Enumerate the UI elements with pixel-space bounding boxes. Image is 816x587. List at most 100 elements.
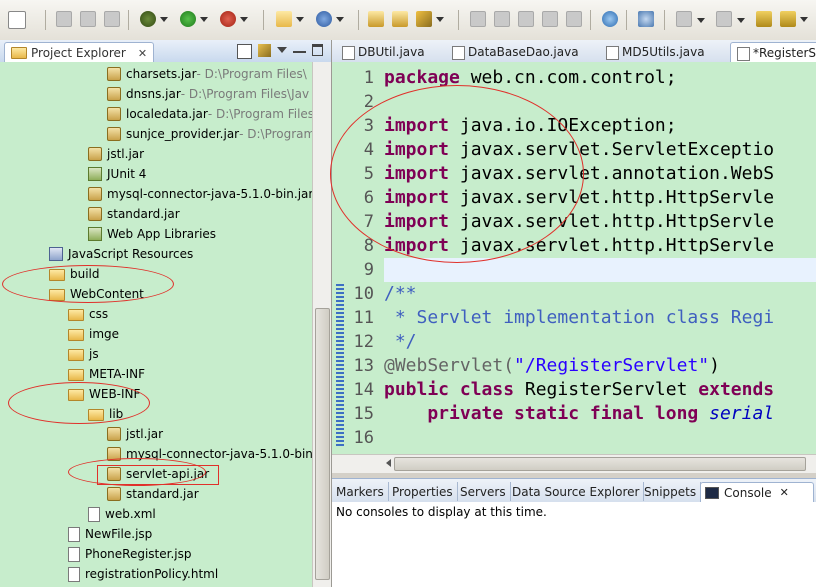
tree-item-charsets-jar[interactable]: charsets.jar - D:\Program Files\ xyxy=(107,64,307,84)
tree-item-web-inf[interactable]: WEB-INF xyxy=(68,384,140,404)
tree-item-label: WEB-INF xyxy=(89,387,141,401)
link-with-editor-icon[interactable] xyxy=(258,44,271,57)
scrollbar-thumb[interactable] xyxy=(394,457,806,471)
tab-console[interactable]: Console ✕ xyxy=(700,482,814,502)
tree-item-registrationpolicy-html[interactable]: registrationPolicy.html xyxy=(68,564,218,584)
new-icon[interactable] xyxy=(8,11,26,29)
open-resource-icon[interactable] xyxy=(392,11,408,27)
jsp-file-icon xyxy=(68,546,80,562)
tree-item-meta-inf[interactable]: META-INF xyxy=(68,364,145,384)
tab-servers[interactable]: Servers xyxy=(456,482,511,501)
html-file-icon xyxy=(68,566,80,582)
previous-annotation-icon[interactable] xyxy=(716,11,745,27)
tree-item-lib-mysql-connector[interactable]: mysql-connector-java-5.1.0-bin. xyxy=(107,444,312,464)
tab-data-source-explorer[interactable]: Data Source Explorer xyxy=(508,482,645,501)
collapse-all-icon[interactable] xyxy=(237,44,252,59)
save-icon[interactable] xyxy=(56,11,72,27)
tab-markers[interactable]: Markers xyxy=(332,482,389,501)
tab-snippets[interactable]: Snippets xyxy=(640,482,702,501)
editor-horizontal-scrollbar[interactable] xyxy=(332,454,816,473)
tree-item-lib-standard-jar[interactable]: standard.jar xyxy=(107,484,199,504)
tree-item-localedata-jar[interactable]: localedata.jar - D:\Program Files\ xyxy=(107,104,312,124)
tab-properties[interactable]: Properties xyxy=(388,482,458,501)
tree-item-build[interactable]: build xyxy=(49,264,100,284)
last-edit-location-icon[interactable] xyxy=(756,11,772,27)
back-icon[interactable] xyxy=(780,11,808,27)
tree-item-js[interactable]: js xyxy=(68,344,99,364)
jar-icon xyxy=(107,127,121,141)
line-number: 7 xyxy=(363,212,374,232)
keyword: import xyxy=(384,211,450,232)
open-type-icon[interactable] xyxy=(368,11,384,27)
tree-item-label: jstl.jar xyxy=(107,147,145,161)
project-explorer-tab[interactable]: Project Explorer ✕ xyxy=(4,42,155,63)
tree-item-javascript-resources[interactable]: JavaScript Resources xyxy=(49,244,193,264)
tree-item-servlet-api-jar[interactable]: servlet-api.jar xyxy=(107,464,209,484)
globe-icon[interactable] xyxy=(602,11,618,27)
debug-icon[interactable] xyxy=(140,11,168,27)
folder-icon xyxy=(68,309,84,321)
scroll-up-icon[interactable] xyxy=(315,63,328,77)
next-annotation-icon[interactable] xyxy=(676,11,705,27)
tree-item-jstl-jar[interactable]: jstl.jar xyxy=(88,144,144,164)
search-icon[interactable] xyxy=(416,11,444,27)
line-number: 16 xyxy=(353,428,374,448)
toggle-block-selection-icon[interactable] xyxy=(494,11,510,27)
scrollbar-thumb[interactable] xyxy=(315,308,330,580)
tree-item-lib[interactable]: lib xyxy=(88,404,123,424)
close-icon[interactable]: ✕ xyxy=(780,486,789,499)
console-message: No consoles to display at this time. xyxy=(336,505,547,519)
console-tab-bar: Markers Properties Servers Data Source E… xyxy=(332,478,816,503)
show-whitespace-icon[interactable] xyxy=(518,11,534,27)
new-project-icon[interactable] xyxy=(276,11,304,27)
keyword: import xyxy=(384,235,450,256)
tab-databasedao-java[interactable]: DataBaseDao.java xyxy=(446,42,608,62)
tree-item-newfile-jsp[interactable]: NewFile.jsp xyxy=(68,524,152,544)
user-icon[interactable] xyxy=(638,11,654,27)
jar-icon xyxy=(88,187,102,201)
code-line-5: import javax.servlet.annotation.WebS xyxy=(384,162,774,186)
tree-item-junit4[interactable]: JUnit 4 xyxy=(88,164,146,184)
pilcrow-icon[interactable] xyxy=(566,11,582,27)
tree-item-lib-jstl-jar[interactable]: jstl.jar xyxy=(107,424,163,444)
tree-item-webcontent[interactable]: WebContent xyxy=(49,284,144,304)
tree-item-sunjce-provider-jar[interactable]: sunjce_provider.jar - D:\Program xyxy=(107,124,312,144)
project-explorer-scrollbar[interactable] xyxy=(312,62,331,587)
print-icon[interactable] xyxy=(104,11,120,27)
project-explorer-view: Project Explorer ✕ charsets.jar - D:\Pro… xyxy=(0,40,332,587)
tab-dbutil-java[interactable]: DBUtil.java xyxy=(336,42,462,62)
tree-item-location: - D:\Program Files\ xyxy=(196,67,307,81)
scroll-left-icon[interactable] xyxy=(382,459,391,467)
code-editor[interactable]: 1 2 3 4 5 6 7 8 9 10 11 12 13 14 15 16 p… xyxy=(332,62,816,454)
tree-item-dnsns-jar[interactable]: dnsns.jar - D:\Program Files\Jav xyxy=(107,84,309,104)
tree-item-web-xml[interactable]: web.xml xyxy=(88,504,156,524)
tree-item-phoneregister-jsp[interactable]: PhoneRegister.jsp xyxy=(68,544,192,564)
tree-item-imge[interactable]: imge xyxy=(68,324,119,344)
show-annotation-icon[interactable] xyxy=(542,11,558,27)
code-text: javax.servlet.http.HttpServle xyxy=(449,235,775,256)
code-line-7: import javax.servlet.http.HttpServle xyxy=(384,210,774,234)
tab-label: Markers xyxy=(336,484,384,499)
code-area[interactable]: package web.cn.com.control; import java.… xyxy=(384,62,816,454)
run-external-tools-icon[interactable] xyxy=(220,11,248,27)
run-icon[interactable] xyxy=(180,11,208,27)
tree-item-label: lib xyxy=(109,407,124,421)
xml-file-icon xyxy=(88,506,100,522)
tab-registerservlet-java[interactable]: *RegisterSe xyxy=(730,42,816,63)
view-menu-icon[interactable] xyxy=(277,47,287,58)
close-icon[interactable]: ✕ xyxy=(138,47,147,60)
new-java-class-icon[interactable] xyxy=(316,11,344,27)
tree-item-css[interactable]: css xyxy=(68,304,108,324)
folder-icon xyxy=(68,369,84,381)
tab-md5utils-java[interactable]: MD5Utils.java xyxy=(600,42,740,62)
tree-item-standard-jar[interactable]: standard.jar xyxy=(88,204,180,224)
tab-label: Data Source Explorer xyxy=(512,484,640,499)
toggle-mark-occurrences-icon[interactable] xyxy=(470,11,486,27)
tree-item-label: imge xyxy=(89,327,120,341)
save-all-icon[interactable] xyxy=(80,11,96,27)
tree-item-web-app-libraries[interactable]: Web App Libraries xyxy=(88,224,216,244)
annotation: @WebServlet( xyxy=(384,355,515,376)
tree-item-mysql-connector-jar[interactable]: mysql-connector-java-5.1.0-bin.jar xyxy=(88,184,312,204)
minimize-icon[interactable] xyxy=(293,44,306,53)
maximize-icon[interactable] xyxy=(312,44,323,56)
